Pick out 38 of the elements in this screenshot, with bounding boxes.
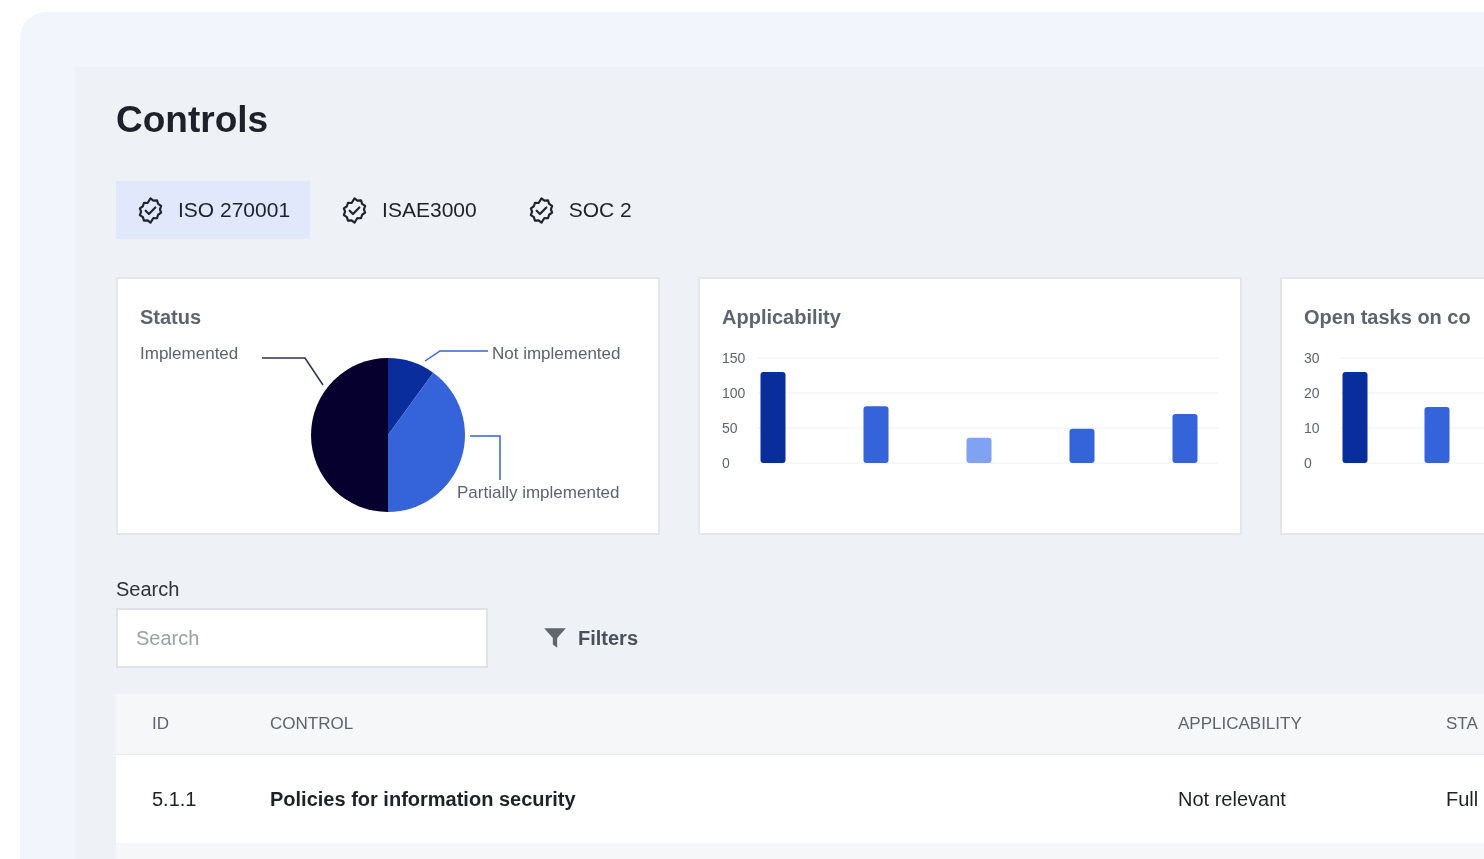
column-header: CONTROL — [270, 714, 355, 734]
verified-badge-icon — [136, 195, 165, 225]
table-cell-text: Not relevant — [1178, 787, 1287, 811]
pie-label: Not implemented — [492, 344, 621, 363]
column-header: APPLICABILITY — [1178, 714, 1303, 734]
column-header: ID — [152, 714, 170, 734]
axis-tick-label: 20 — [1304, 385, 1320, 401]
filters-button[interactable]: Filters — [536, 624, 645, 652]
card-title: Open tasks on co — [1304, 305, 1472, 329]
search-label: Search — [116, 577, 181, 602]
axis-tick-label: 150 — [722, 350, 746, 366]
card-title: Status — [140, 305, 203, 329]
framework-tab[interactable]: ISO 270001 — [116, 181, 311, 239]
pie-label: Implemented — [140, 344, 239, 363]
page-title: Controls — [116, 98, 270, 142]
axis-tick-label: 50 — [722, 420, 738, 436]
search-field[interactable]: Search — [116, 608, 488, 668]
card-title: Applicability — [722, 305, 842, 329]
table-cell: Full — [1446, 787, 1479, 811]
table-cell-text: Policies for information security — [270, 787, 577, 811]
bar — [1424, 407, 1450, 463]
bar — [1172, 414, 1198, 463]
axis-tick-label: 10 — [1304, 420, 1320, 436]
leader-line — [261, 357, 324, 386]
bar — [863, 406, 889, 463]
axis-tick-label: 100 — [722, 385, 746, 401]
pie-label: Partially implemented — [457, 483, 620, 502]
axis-tick-label: 0 — [722, 455, 730, 471]
leader-line — [469, 435, 501, 481]
bar — [966, 437, 992, 463]
framework-tab[interactable]: SOC 2 — [506, 181, 652, 239]
axis-tick-label: 0 — [1304, 455, 1312, 471]
leader-line — [424, 350, 489, 362]
axis-tick-label: 30 — [1304, 350, 1320, 366]
table-cell-text: 5.1.1 — [152, 787, 198, 811]
framework-tab[interactable]: ISAE3000 — [320, 181, 497, 239]
bar — [1069, 428, 1095, 463]
column-header: STA — [1446, 714, 1478, 734]
